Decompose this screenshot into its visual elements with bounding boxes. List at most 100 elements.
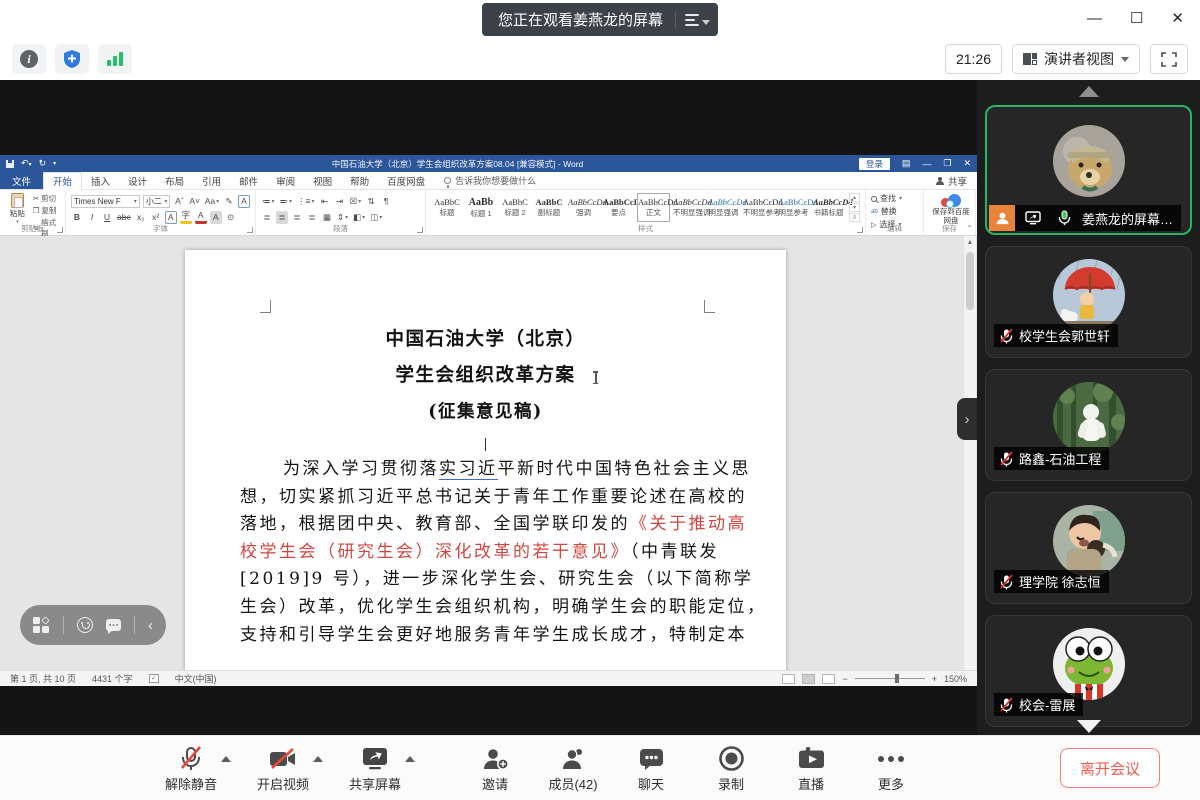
scroll-up-arrow[interactable]	[1079, 86, 1099, 97]
style-item[interactable]: AaBbCcDd不明显参考	[742, 193, 775, 222]
style-item[interactable]: AaBbCcDd要点	[602, 193, 635, 222]
zoom-slider[interactable]	[855, 678, 925, 679]
style-item[interactable]: AaBbCcDd明显参考	[777, 193, 810, 222]
borders-button[interactable]: ◫▾	[369, 211, 383, 224]
character-shading-button[interactable]: A	[210, 211, 222, 224]
character-border-button[interactable]: A	[238, 195, 250, 208]
bold-button[interactable]: B	[71, 211, 83, 224]
fullscreen-button[interactable]	[1150, 44, 1188, 74]
enclose-characters-button[interactable]: ⊙	[225, 211, 237, 224]
save-to-baidu-button[interactable]: 保存到百度网盘	[929, 193, 973, 225]
zoom-slider-thumb[interactable]	[895, 674, 899, 683]
justify-button[interactable]: ≣	[306, 211, 318, 224]
show-marks-button[interactable]: ¶	[380, 195, 392, 208]
sidebar-expand-handle[interactable]: ›	[957, 398, 977, 440]
dialog-launcher-icon[interactable]	[247, 227, 253, 233]
numbering-button[interactable]: ≕▾	[279, 195, 294, 208]
tab-references[interactable]: 引用	[193, 172, 230, 189]
font-size-dropdown[interactable]: 小二▾	[143, 195, 171, 208]
font-name-dropdown[interactable]: Times New F▾	[71, 195, 140, 208]
read-mode-button[interactable]	[782, 674, 795, 684]
tab-review[interactable]: 审阅	[267, 172, 304, 189]
align-right-button[interactable]: ≣	[291, 211, 303, 224]
line-spacing-button[interactable]: ⇕▾	[336, 211, 349, 224]
tab-baidu-netdisk[interactable]: 百度网盘	[378, 172, 434, 189]
members-button[interactable]: 成员(42)	[545, 744, 601, 793]
dialog-launcher-icon[interactable]	[417, 227, 423, 233]
apps-grid-icon[interactable]	[33, 617, 50, 634]
scroll-up-icon[interactable]: ▲	[964, 236, 976, 246]
invite-button[interactable]: 邀请	[467, 744, 523, 793]
sort-button[interactable]: ⇅	[365, 195, 377, 208]
style-item-selected[interactable]: AaBbCcDd正文	[637, 193, 670, 222]
redo-icon[interactable]: ↻	[39, 158, 47, 169]
underline-button[interactable]: U	[101, 211, 113, 224]
style-item[interactable]: AaBbCcDd强调	[567, 193, 600, 222]
grow-font-button[interactable]: Aˆ	[173, 195, 185, 208]
signin-button[interactable]: 登录	[859, 158, 890, 170]
word-restore-button[interactable]: ❐	[943, 158, 951, 169]
share-screen-button[interactable]: 共享屏幕	[347, 744, 403, 793]
tab-file[interactable]: 文件	[0, 172, 43, 189]
leave-meeting-button[interactable]: 离开会议	[1060, 748, 1160, 788]
save-icon[interactable]	[6, 160, 14, 168]
style-item[interactable]: AaBbC副标题	[533, 193, 565, 222]
highlight-button[interactable]: 字	[180, 211, 192, 224]
undo-icon[interactable]: ↶▾	[21, 158, 32, 169]
participant-tile[interactable]: 理学院 徐志恒	[985, 492, 1192, 604]
participant-tile[interactable]: 校会-雷展	[985, 615, 1192, 727]
asian-layout-button[interactable]: ☒▾	[349, 195, 363, 208]
decrease-indent-button[interactable]: ⇤	[319, 195, 331, 208]
style-item[interactable]: AaBbCcDd不明显强调	[672, 193, 705, 222]
print-layout-button[interactable]	[802, 674, 815, 684]
scrollbar-thumb[interactable]	[966, 252, 974, 310]
participant-tile[interactable]: 路鑫-石油工程	[985, 369, 1192, 481]
tell-me-box[interactable]: 告诉我你想要做什么	[434, 172, 546, 189]
view-mode-dropdown[interactable]: 演讲者视图	[1012, 44, 1140, 74]
live-button[interactable]: 直播	[783, 744, 839, 793]
participant-tile-sharing[interactable]: 姜燕龙的屏幕…	[985, 105, 1192, 235]
tab-layout[interactable]: 布局	[156, 172, 193, 189]
tab-home[interactable]: 开始	[43, 172, 82, 190]
start-video-button[interactable]: 开启视频	[255, 744, 311, 793]
italic-button[interactable]: I	[86, 211, 98, 224]
multilevel-list-button[interactable]: ⋮≡▾	[296, 195, 315, 208]
superscript-button[interactable]: x²	[150, 211, 162, 224]
share-list-button[interactable]	[676, 3, 718, 36]
more-button[interactable]: 更多	[863, 744, 919, 793]
distribute-button[interactable]: ▦	[321, 211, 333, 224]
strikethrough-button[interactable]: abc	[116, 211, 132, 224]
style-item[interactable]: AaBbC标题	[431, 193, 463, 222]
security-button[interactable]	[55, 44, 89, 74]
chat-bubble-icon[interactable]	[106, 619, 121, 631]
font-color-button[interactable]: A	[195, 211, 207, 224]
participant-tile[interactable]: 校学生会郭世轩	[985, 246, 1192, 358]
clear-formatting-button[interactable]: ✎	[223, 195, 235, 208]
tab-mailings[interactable]: 邮件	[230, 172, 267, 189]
chat-button[interactable]: 聊天	[623, 744, 679, 793]
collapse-left-icon[interactable]: ‹	[148, 617, 153, 634]
align-left-button[interactable]: ≣	[261, 211, 273, 224]
tab-insert[interactable]: 插入	[82, 172, 119, 189]
align-center-button[interactable]: ≣	[276, 211, 288, 224]
document-scrollbar[interactable]: ▲	[963, 236, 976, 670]
network-quality-button[interactable]	[98, 44, 132, 74]
style-item[interactable]: AaBbC标题 2	[499, 193, 531, 222]
language-indicator[interactable]: 中文(中国)	[175, 672, 217, 685]
dialog-launcher-icon[interactable]	[57, 227, 63, 233]
share-button[interactable]: 共享	[936, 172, 977, 189]
close-button[interactable]: ✕	[1171, 9, 1184, 27]
scroll-down-arrow[interactable]	[1077, 720, 1101, 733]
copy-button[interactable]: ❐复制	[33, 205, 60, 216]
tab-design[interactable]: 设计	[119, 172, 156, 189]
proofing-icon[interactable]: ✓	[149, 674, 159, 683]
reactions-icon[interactable]	[77, 617, 93, 633]
word-count[interactable]: 4431 个字	[92, 672, 133, 685]
document-page[interactable]: 中国石油大学（北京） 学生会组织改革方案 (征集意见稿) 为深入学习贯彻落实习近…	[185, 250, 786, 670]
styles-gallery-scroll[interactable]: ▴▾≡	[849, 193, 860, 222]
style-item[interactable]: AaBbCcDd明显强调	[707, 193, 740, 222]
replace-button[interactable]: ab替换	[871, 206, 918, 217]
subscript-button[interactable]: x₂	[135, 211, 147, 224]
zoom-in-button[interactable]: +	[932, 674, 937, 684]
text-effects-button[interactable]: A	[165, 211, 177, 224]
